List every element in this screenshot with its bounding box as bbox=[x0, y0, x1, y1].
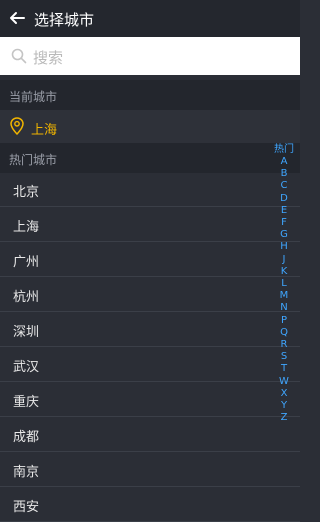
index-item[interactable]: S bbox=[274, 351, 294, 363]
index-item[interactable]: C bbox=[274, 180, 294, 192]
city-label: 西安 bbox=[13, 500, 40, 515]
city-row-chongqing[interactable]: 重庆 bbox=[0, 382, 300, 417]
city-label: 武汉 bbox=[13, 360, 40, 375]
index-item[interactable]: F bbox=[274, 217, 294, 229]
city-row-hangzhou[interactable]: 杭州 bbox=[0, 277, 300, 312]
index-item[interactable]: W bbox=[274, 376, 294, 388]
index-item[interactable]: L bbox=[274, 278, 294, 290]
city-row-shenzhen[interactable]: 深圳 bbox=[0, 312, 300, 347]
city-list: 北京 上海 广州 杭州 深圳 武汉 重庆 成都 南京 西安 bbox=[0, 172, 300, 522]
current-city-row[interactable]: 上海 bbox=[0, 110, 300, 143]
index-item[interactable]: Q bbox=[274, 327, 294, 339]
index-item[interactable]: A bbox=[274, 156, 294, 168]
arrow-left-icon bbox=[10, 12, 25, 24]
city-label: 杭州 bbox=[13, 290, 40, 305]
page-title: 选择城市 bbox=[34, 11, 95, 29]
index-item[interactable]: K bbox=[274, 266, 294, 278]
index-item[interactable]: J bbox=[274, 254, 294, 266]
index-item[interactable]: Y bbox=[274, 400, 294, 412]
city-label: 上海 bbox=[13, 220, 40, 235]
index-item[interactable]: X bbox=[274, 388, 294, 400]
index-item[interactable]: H bbox=[274, 241, 294, 253]
city-row-xian[interactable]: 西安 bbox=[0, 487, 300, 522]
city-label: 广州 bbox=[13, 255, 40, 270]
back-button[interactable] bbox=[6, 7, 28, 29]
city-row-wuhan[interactable]: 武汉 bbox=[0, 347, 300, 382]
index-item[interactable]: T bbox=[274, 363, 294, 375]
city-row-shanghai[interactable]: 上海 bbox=[0, 207, 300, 242]
index-item[interactable]: D bbox=[274, 193, 294, 205]
city-label: 南京 bbox=[13, 465, 40, 480]
alphabet-index[interactable]: 热门 A B C D E F G H J K L M N P Q R S T W… bbox=[274, 143, 294, 424]
city-label: 北京 bbox=[13, 185, 40, 200]
city-row-beijing[interactable]: 北京 bbox=[0, 172, 300, 207]
index-item-hot[interactable]: 热门 bbox=[274, 143, 294, 156]
index-item[interactable]: N bbox=[274, 302, 294, 314]
index-item[interactable]: G bbox=[274, 229, 294, 241]
hot-cities-header-label: 热门城市 bbox=[9, 153, 58, 167]
location-pin-icon bbox=[10, 117, 24, 135]
city-label: 重庆 bbox=[13, 395, 40, 410]
city-row-chengdu[interactable]: 成都 bbox=[0, 417, 300, 452]
city-row-nanjing[interactable]: 南京 bbox=[0, 452, 300, 487]
index-item[interactable]: M bbox=[274, 290, 294, 302]
search-input[interactable]: 搜索 bbox=[33, 47, 63, 68]
search-bar[interactable]: 搜索 bbox=[0, 37, 300, 75]
city-row-guangzhou[interactable]: 广州 bbox=[0, 242, 300, 277]
current-city-label: 上海 bbox=[31, 123, 58, 138]
index-item[interactable]: P bbox=[274, 315, 294, 327]
search-icon bbox=[11, 48, 27, 64]
current-city-header-label: 当前城市 bbox=[9, 90, 58, 104]
current-city-header: 当前城市 bbox=[0, 80, 300, 110]
title-bar: 选择城市 bbox=[0, 0, 300, 37]
index-item[interactable]: B bbox=[274, 168, 294, 180]
hot-cities-header: 热门城市 bbox=[0, 143, 300, 173]
city-label: 成都 bbox=[13, 430, 40, 445]
index-item[interactable]: R bbox=[274, 339, 294, 351]
city-label: 深圳 bbox=[13, 325, 40, 340]
index-item[interactable]: E bbox=[274, 205, 294, 217]
index-item[interactable]: Z bbox=[274, 412, 294, 424]
